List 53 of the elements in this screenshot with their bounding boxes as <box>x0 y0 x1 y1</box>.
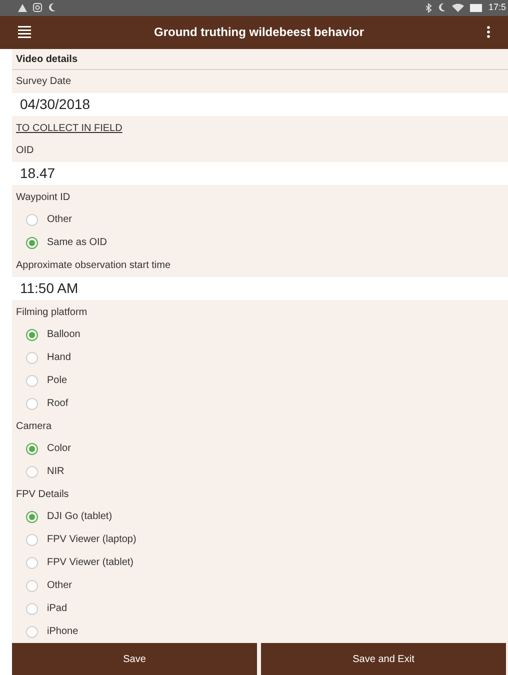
radio-icon[interactable] <box>26 352 38 364</box>
radio-option[interactable]: Roof <box>12 392 508 415</box>
more-icon[interactable] <box>486 26 490 38</box>
radio-icon[interactable] <box>26 214 38 226</box>
field-label: Filming platform <box>16 306 88 320</box>
radio-option[interactable]: iPad <box>12 597 508 620</box>
moon-icon <box>438 3 446 12</box>
radio-option[interactable]: DJI Go (tablet) <box>12 505 508 528</box>
radio-icon[interactable] <box>26 602 38 614</box>
radio-icon[interactable] <box>26 398 38 410</box>
radio-option[interactable]: Color <box>12 437 508 460</box>
radio-icon[interactable] <box>26 510 38 522</box>
radio-icon[interactable] <box>26 580 38 592</box>
radio-icon[interactable] <box>26 328 38 340</box>
input-field[interactable]: 11:50 AM <box>12 277 508 300</box>
warning-icon <box>18 4 27 12</box>
battery-icon <box>470 4 482 12</box>
save-button[interactable]: Save and Exit <box>261 643 506 675</box>
moon-icon <box>48 3 56 12</box>
field-label: OID <box>16 144 34 158</box>
wifi-icon <box>452 3 464 12</box>
camera-icon <box>33 3 42 12</box>
radio-option[interactable]: Hand <box>12 346 508 369</box>
radio-icon[interactable] <box>26 236 38 248</box>
field-label: Waypoint ID <box>16 190 70 204</box>
radio-option[interactable]: iPhone <box>12 620 508 643</box>
radio-icon[interactable] <box>26 534 38 546</box>
radio-icon[interactable] <box>26 374 38 386</box>
radio-option[interactable]: FPV Viewer (tablet) <box>12 551 508 574</box>
save-button[interactable]: Save <box>12 643 257 675</box>
radio-option[interactable]: Other <box>12 574 508 597</box>
status-time: 17:5 <box>488 1 506 14</box>
radio-icon[interactable] <box>26 556 38 568</box>
radio-option[interactable]: Balloon <box>12 323 508 346</box>
input-field[interactable]: 04/30/2018 <box>12 93 508 116</box>
list-icon[interactable] <box>18 26 31 38</box>
bluetooth-icon <box>426 2 432 13</box>
group-link[interactable]: TO COLLECT IN FIELD <box>16 120 122 136</box>
field-label: Approximate observation start time <box>16 258 171 272</box>
radio-icon[interactable] <box>26 442 38 454</box>
radio-option[interactable]: Pole <box>12 369 508 392</box>
radio-option[interactable]: Other <box>12 208 508 231</box>
field-label: Survey Date <box>16 74 72 88</box>
section-title: Video details <box>16 53 78 67</box>
radio-option[interactable]: NIR <box>12 460 508 483</box>
app-title: Ground truthing wildebeest behavior <box>154 24 364 42</box>
radio-option[interactable]: FPV Viewer (laptop) <box>12 528 508 551</box>
input-field[interactable]: 18.47 <box>12 162 508 185</box>
radio-option[interactable]: Same as OID <box>12 231 508 254</box>
radio-icon[interactable] <box>26 466 38 478</box>
radio-icon[interactable] <box>26 626 38 638</box>
field-label: Camera <box>16 420 52 434</box>
field-label: FPV Details <box>16 488 69 502</box>
